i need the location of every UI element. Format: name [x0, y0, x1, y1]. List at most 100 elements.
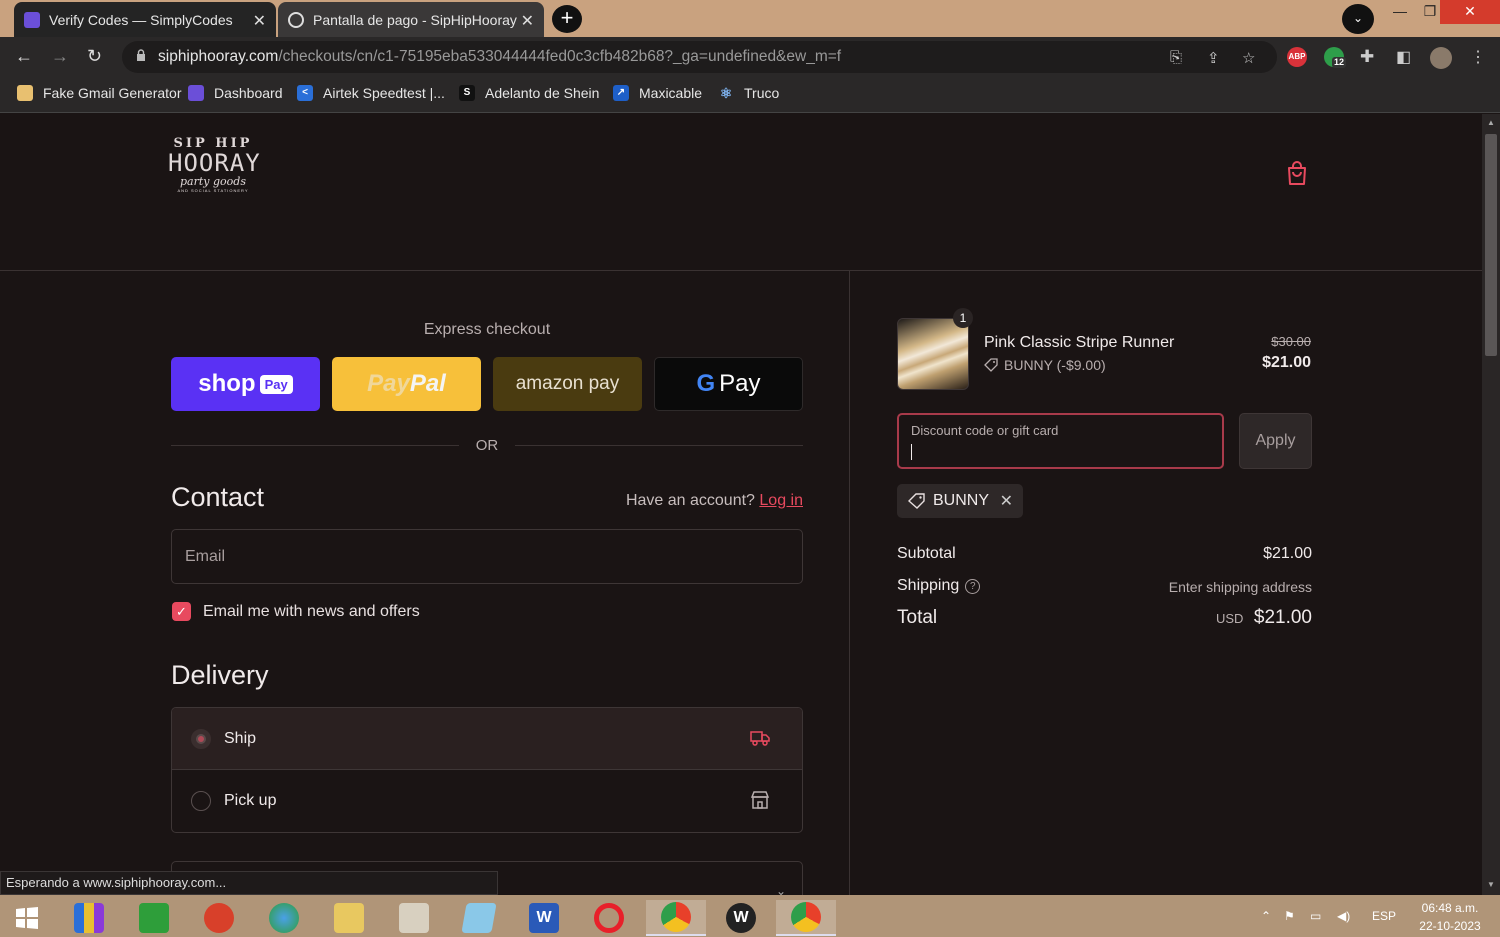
- page-scrollbar[interactable]: ▲ ▼: [1482, 114, 1500, 895]
- amazon-pay-button[interactable]: amazon pay: [493, 357, 642, 411]
- ship-label: Ship: [224, 730, 257, 747]
- side-panel-icon[interactable]: ◧: [1396, 47, 1411, 67]
- discount-code-label: Discount code or gift card: [911, 423, 1059, 438]
- volume-icon[interactable]: ◀): [1337, 909, 1350, 923]
- tab-close-icon[interactable]: ✕: [253, 11, 266, 31]
- email-field[interactable]: [171, 529, 803, 584]
- network-warning-icon[interactable]: ⚑: [1284, 909, 1295, 923]
- applied-discount-chip: BUNNY ✕: [897, 484, 1023, 518]
- shopping-bag-icon[interactable]: [1286, 160, 1308, 186]
- tab-title: Verify Codes — SimplyCodes: [49, 11, 233, 28]
- adblock-icon[interactable]: ABP: [1287, 47, 1307, 67]
- paypal-button[interactable]: Pay Pal: [332, 357, 481, 411]
- bookmarks-bar: Fake Gmail Generator Dashboard < Airtek …: [0, 77, 1500, 113]
- express-checkout-label: Express checkout: [423, 321, 551, 338]
- scrollbar-thumb[interactable]: [1485, 134, 1497, 356]
- windows-taskbar: W W ⌃ ⚑ ▭ ◀) ESP 06:48 a.m. 22-10-2023: [0, 895, 1500, 937]
- bookmark-maxicable[interactable]: ↗ Maxicable: [613, 85, 702, 101]
- url-text: siphiphooray.com/checkouts/cn/c1-75195eb…: [158, 48, 842, 65]
- quantity-badge: 1: [953, 308, 973, 328]
- chrome-icon-2[interactable]: [776, 900, 836, 936]
- store-header: SIP HIP HOORAY party goods AND SOCIAL ST…: [0, 114, 1482, 271]
- product-name: Pink Classic Stripe Runner: [984, 334, 1175, 351]
- google-pay-button[interactable]: G Pay: [654, 357, 803, 411]
- delivery-option-ship[interactable]: Ship: [172, 708, 802, 770]
- total-amount: $21.00: [1253, 607, 1312, 628]
- shop-pay-button[interactable]: shop Pay: [171, 357, 320, 411]
- bookmark-shein[interactable]: S Adelanto de Shein: [459, 85, 599, 101]
- display-icon[interactable]: ▭: [1310, 909, 1321, 923]
- pickup-radio[interactable]: [191, 791, 211, 811]
- news-checkbox[interactable]: ✓: [172, 602, 191, 621]
- extension-shield-icon[interactable]: 12: [1324, 47, 1347, 68]
- window-close-button[interactable]: ✕: [1440, 0, 1500, 24]
- hardware-monitor-icon[interactable]: [124, 900, 184, 936]
- scroll-up-arrow-icon[interactable]: ▲: [1487, 118, 1495, 127]
- translate-icon[interactable]: ⎘: [1170, 49, 1182, 66]
- text-cursor: [911, 444, 912, 460]
- or-text: OR: [475, 437, 499, 454]
- tab-title: Pantalla de pago - SipHipHooray: [313, 11, 517, 28]
- tab-siphiphooray[interactable]: Pantalla de pago - SipHipHooray ✕: [278, 2, 544, 37]
- new-tab-button[interactable]: +: [552, 5, 582, 33]
- bookmark-airtek[interactable]: < Airtek Speedtest |...: [297, 85, 445, 101]
- chevron-down-icon: ⌄: [775, 884, 786, 895]
- bookmark-dashboard[interactable]: Dashboard: [188, 85, 283, 101]
- simplycodes-favicon-icon: [24, 11, 40, 28]
- bookmark-fake-gmail[interactable]: Fake Gmail Generator: [17, 85, 182, 101]
- browser-toolbar: ← → ↻ siphiphooray.com/checkouts/cn/c1-7…: [0, 37, 1500, 77]
- tab-search-button[interactable]: ⌄: [1342, 4, 1374, 34]
- address-bar[interactable]: siphiphooray.com/checkouts/cn/c1-75195eb…: [122, 41, 1277, 73]
- discount-code-input[interactable]: Discount code or gift card: [897, 413, 1224, 469]
- globe-app-icon[interactable]: [254, 900, 314, 936]
- share-icon[interactable]: ⇪: [1207, 49, 1220, 67]
- help-icon[interactable]: ?: [965, 578, 981, 594]
- extensions-puzzle-icon[interactable]: ✚: [1360, 47, 1374, 67]
- checkout-page: SIP HIP HOORAY party goods AND SOCIAL ST…: [0, 114, 1482, 895]
- ship-radio[interactable]: [191, 729, 211, 749]
- store-logo[interactable]: SIP HIP HOORAY party goods AND SOCIAL ST…: [168, 136, 260, 208]
- notepad-icon[interactable]: [449, 900, 509, 936]
- windows-start-icon[interactable]: [0, 900, 54, 936]
- email-input[interactable]: [172, 530, 802, 583]
- winrar-icon[interactable]: [59, 900, 119, 936]
- original-price: $30.00: [1271, 334, 1311, 349]
- react-atom-icon: ⚛: [719, 85, 733, 101]
- google-g-icon: G: [696, 370, 716, 397]
- language-indicator[interactable]: ESP: [1372, 909, 1396, 923]
- media-player-icon[interactable]: [189, 900, 249, 936]
- back-arrow-icon[interactable]: ←: [15, 46, 33, 67]
- bookmark-star-icon[interactable]: ☆: [1242, 49, 1255, 67]
- menu-kebab-icon[interactable]: ⋮: [1470, 47, 1486, 67]
- browser-tab-bar: Verify Codes — SimplyCodes ✕ Pantalla de…: [0, 0, 1500, 37]
- scroll-down-arrow-icon[interactable]: ▼: [1487, 880, 1495, 889]
- delivery-option-pickup[interactable]: Pick up: [172, 770, 802, 832]
- file-explorer-icon[interactable]: [319, 900, 379, 936]
- reload-icon[interactable]: ↻: [87, 46, 102, 67]
- pickup-label: Pick up: [224, 792, 277, 809]
- tab-close-icon[interactable]: ✕: [521, 11, 534, 31]
- tab-simplycodes[interactable]: Verify Codes — SimplyCodes ✕: [14, 2, 276, 37]
- tag-icon: [908, 493, 925, 509]
- wamp-icon[interactable]: W: [711, 900, 771, 936]
- chrome-icon[interactable]: [646, 900, 706, 936]
- product-thumbnail: [897, 318, 969, 390]
- extension-badge: 12: [1332, 57, 1347, 68]
- currency-code: USD: [1215, 611, 1244, 626]
- simplycodes-icon: [188, 85, 204, 101]
- have-account-text: Have an account? Log in: [625, 492, 803, 509]
- maps-icon[interactable]: [384, 900, 444, 936]
- remove-discount-icon[interactable]: ✕: [1000, 491, 1013, 511]
- apply-button[interactable]: Apply: [1239, 413, 1312, 469]
- tray-chevron-icon[interactable]: ⌃: [1261, 909, 1271, 923]
- forward-arrow-icon[interactable]: →: [51, 46, 69, 67]
- login-link[interactable]: Log in: [759, 492, 803, 509]
- product-discount: BUNNY (-$9.00): [984, 357, 1106, 373]
- opera-icon[interactable]: [579, 900, 639, 936]
- airtek-icon: <: [297, 85, 313, 101]
- word-icon[interactable]: W: [514, 900, 574, 936]
- profile-avatar[interactable]: [1430, 47, 1452, 69]
- bookmark-truco[interactable]: ⚛ Truco: [718, 85, 780, 101]
- lock-icon: [137, 49, 145, 61]
- system-clock[interactable]: 06:48 a.m. 22-10-2023: [1405, 899, 1495, 935]
